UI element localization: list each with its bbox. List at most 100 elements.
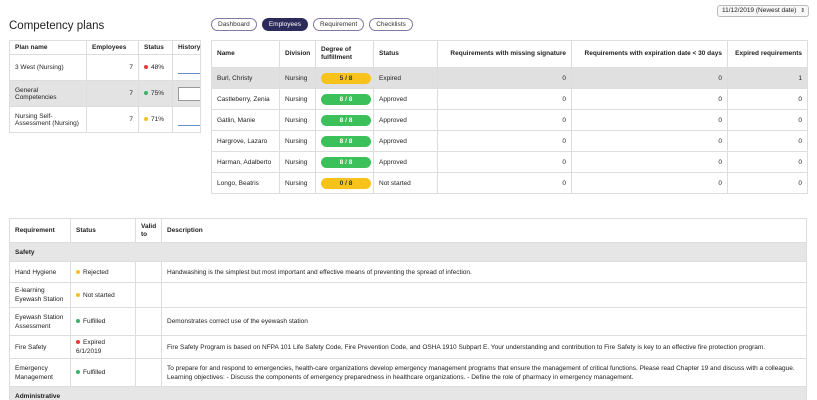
requirement-row[interactable]: Emergency Management Fulfilled To prepare … (9, 358, 807, 387)
req-header-valid-to[interactable]: Valid to (135, 218, 162, 243)
employee-row[interactable]: Castleberry, Zenia Nursing 8 / 8 Approved 0 0… (211, 88, 808, 110)
requirement-row[interactable]: E-learning Eyewash Station Not started (9, 282, 807, 308)
requirement-status-value: Fulfilled (83, 369, 106, 376)
employee-missing-signature: 0 (437, 67, 572, 89)
plan-employees: 7 (86, 106, 139, 133)
employee-degree: 8 / 8 (315, 130, 374, 152)
employee-division: Nursing (279, 88, 316, 110)
requirement-status: Not started (70, 282, 136, 308)
tab-employees[interactable]: Employees (261, 18, 308, 31)
requirement-status-value: Not started (83, 291, 115, 299)
employee-expiring: 0 (571, 130, 728, 152)
req-header-requirement[interactable]: Requirement (9, 218, 71, 243)
employee-name: Castleberry, Zenia (211, 88, 280, 110)
employee-missing-signature: 0 (437, 151, 572, 173)
requirement-name: Hand Hygiene (9, 261, 71, 283)
emp-header-name[interactable]: Name (211, 40, 280, 68)
employee-degree: 0 / 8 (315, 172, 374, 194)
plan-history (172, 106, 201, 133)
employee-missing-signature: 0 (437, 88, 572, 110)
plans-header-status[interactable]: Status (138, 40, 173, 55)
emp-header-division[interactable]: Division (279, 40, 316, 68)
page-title: Competency plans (9, 20, 105, 32)
tab-dashboard[interactable]: Dashboard (211, 18, 257, 31)
employee-degree: 8 / 8 (315, 151, 374, 173)
tab-bar: Dashboard Employees Requirement Checklis… (211, 18, 413, 31)
requirement-status: Rejected (70, 261, 136, 283)
requirement-status: Expired 6/1/2019 (70, 335, 136, 359)
requirement-row[interactable]: Fire Safety Expired 6/1/2019 Fire Safety P… (9, 335, 807, 359)
employee-expiring: 0 (571, 88, 728, 110)
requirement-row[interactable]: Eyewash Station Assessment Fulfilled Demon… (9, 307, 807, 336)
employee-expiring: 0 (571, 67, 728, 89)
requirement-description (161, 282, 807, 308)
employee-row[interactable]: Gatlin, Manie Nursing 8 / 8 Approved 0 0 0 (211, 109, 808, 131)
degree-pill: 0 / 8 (321, 177, 371, 189)
employee-name: Gatlin, Manie (211, 109, 280, 131)
employee-division: Nursing (279, 151, 316, 173)
requirement-valid-to (135, 307, 162, 336)
employee-degree: 8 / 8 (315, 88, 374, 110)
plan-status: 75% (138, 80, 173, 107)
plan-name: Nursing Self-Assessment (Nursing) (9, 106, 87, 133)
date-select-value: 11/12/2019 (Newest date) (722, 7, 797, 14)
employee-missing-signature: 0 (437, 109, 572, 131)
req-header-status[interactable]: Status (70, 218, 136, 243)
requirement-status-value: Rejected (83, 268, 109, 276)
requirement-description: Demonstrates correct use of the eyewash … (161, 307, 807, 336)
employee-expiring: 0 (571, 172, 728, 194)
employee-division: Nursing (279, 109, 316, 131)
emp-header-status[interactable]: Status (373, 40, 438, 68)
plan-status: 48% (138, 54, 173, 81)
group-label: Administrative (9, 386, 807, 400)
employee-expired: 0 (727, 151, 808, 173)
status-dot-icon (76, 370, 80, 375)
group-row-administrative[interactable]: Administrative (9, 386, 807, 400)
requirement-valid-to (135, 282, 162, 308)
status-dot-icon (76, 340, 80, 345)
emp-header-expired[interactable]: Expired requirements (727, 40, 808, 68)
status-dot-icon (76, 319, 80, 324)
group-row-safety[interactable]: Safety (9, 242, 807, 262)
plans-header-name[interactable]: Plan name (9, 40, 87, 55)
emp-header-degree[interactable]: Degree of fulfillment (315, 40, 374, 68)
requirement-name: Eyewash Station Assessment (9, 307, 71, 336)
employee-expired: 0 (727, 172, 808, 194)
emp-header-expiration[interactable]: Requirements with expiration date < 30 d… (571, 40, 728, 68)
employee-degree: 8 / 8 (315, 109, 374, 131)
plan-employees: 7 (86, 54, 139, 81)
employee-row[interactable]: Hargrove, Lazaro Nursing 8 / 8 Approved 0 0 0 (211, 130, 808, 152)
employee-division: Nursing (279, 172, 316, 194)
plan-history (172, 54, 201, 81)
plan-row[interactable]: 3 West (Nursing) 7 48% (9, 54, 201, 81)
tab-requirement[interactable]: Requirement (312, 18, 365, 31)
plans-header-history[interactable]: History (172, 40, 201, 55)
requirement-status: Fulfilled (70, 358, 136, 387)
employee-row[interactable]: Longo, Beatris Nursing 0 / 8 Not started 0 0 0 (211, 172, 808, 194)
requirements-table: Requirement Status Valid to Description … (9, 218, 807, 400)
degree-pill: 5 / 8 (321, 72, 371, 84)
plan-row[interactable]: Nursing Self-Assessment (Nursing) 7 71% (9, 106, 201, 133)
plan-name: General Competencies (9, 80, 87, 107)
requirement-row[interactable]: Hand Hygiene Rejected Handwashing is the s… (9, 261, 807, 283)
employee-status: Approved (373, 151, 438, 173)
status-dot-icon (144, 65, 148, 70)
employee-row[interactable]: Harman, Adalberto Nursing 8 / 8 Approved 0 0 0 (211, 151, 808, 173)
employee-expiring: 0 (571, 151, 728, 173)
requirement-name: Fire Safety (9, 335, 71, 359)
tab-checklists[interactable]: Checklists (369, 18, 413, 31)
date-select[interactable]: 11/12/2019 (Newest date) ⇕ (717, 5, 809, 17)
status-dot-icon (76, 269, 80, 274)
employee-row[interactable]: Burl, Christy Nursing 5 / 8 Expired 0 0 1 (211, 67, 808, 89)
plan-row[interactable]: General Competencies 7 75% (9, 80, 201, 107)
requirement-status-value: Fulfilled (83, 318, 106, 325)
employee-name: Harman, Adalberto (211, 151, 280, 173)
requirement-valid-to (135, 335, 162, 359)
plans-header-employees[interactable]: Employees (86, 40, 139, 55)
req-header-description[interactable]: Description (161, 218, 807, 243)
history-sparkline (178, 86, 201, 101)
employee-status: Expired (373, 67, 438, 89)
employee-degree: 5 / 8 (315, 67, 374, 89)
emp-header-missing-signature[interactable]: Requirements with missing signature (437, 40, 572, 68)
employee-name: Hargrove, Lazaro (211, 130, 280, 152)
